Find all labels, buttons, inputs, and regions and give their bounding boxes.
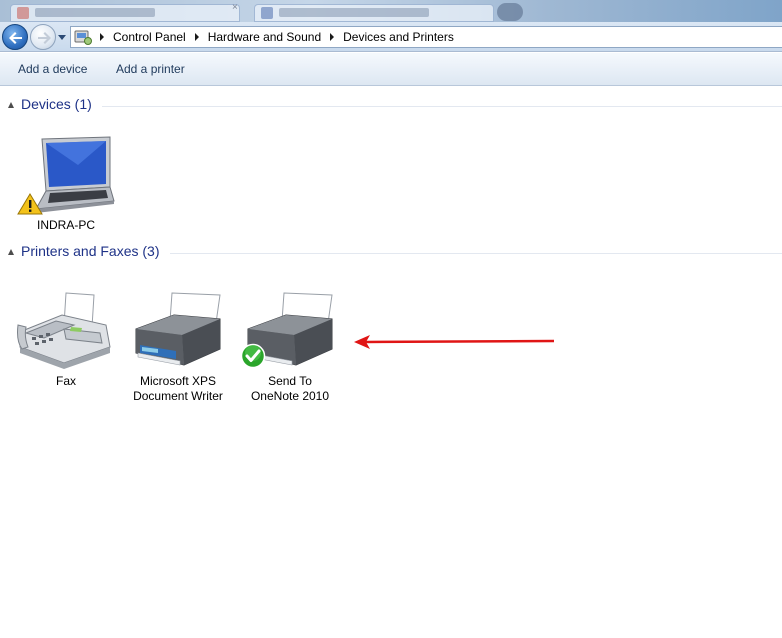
- background-tab: [10, 4, 240, 22]
- control-panel-icon: [74, 30, 92, 45]
- add-printer-button[interactable]: Add a printer: [116, 62, 185, 76]
- breadcrumb-separator-chevron-icon[interactable]: [192, 30, 202, 44]
- default-printer-check-icon: [240, 343, 266, 369]
- back-button[interactable]: [2, 24, 28, 50]
- breadcrumb-separator-chevron-icon[interactable]: [97, 30, 107, 44]
- printer-icon: [135, 292, 221, 366]
- device-label: Microsoft XPS Document Writer: [133, 374, 223, 403]
- navigation-bar: Control Panel Hardware and Sound Devices…: [0, 22, 782, 52]
- breadcrumb-hardware-and-sound[interactable]: Hardware and Sound: [208, 30, 321, 44]
- add-device-button[interactable]: Add a device: [18, 62, 87, 76]
- printers-group-title: Printers and Faxes (3): [21, 243, 160, 259]
- annotation-arrow-icon: [354, 335, 555, 349]
- device-item-indra-pc[interactable]: INDRA-PC: [16, 135, 116, 233]
- devices-group-header[interactable]: Devices (1): [0, 96, 782, 116]
- background-new-tab-icon: [497, 3, 523, 21]
- collapse-triangle-icon[interactable]: [8, 102, 14, 108]
- collapse-triangle-icon[interactable]: [8, 249, 14, 255]
- address-bar[interactable]: Control Panel Hardware and Sound Devices…: [70, 26, 782, 48]
- group-divider: [102, 106, 782, 107]
- breadcrumb-devices-and-printers[interactable]: Devices and Printers: [343, 30, 454, 44]
- recent-pages-chevron-down-icon[interactable]: [57, 32, 67, 42]
- printers-group-header[interactable]: Printers and Faxes (3): [0, 243, 782, 263]
- device-label: Fax: [55, 374, 76, 388]
- warning-icon: [17, 193, 43, 215]
- device-label: INDRA-PC: [36, 218, 95, 232]
- background-browser-strip: ×: [0, 0, 782, 22]
- device-item-send-to-onenote-2010[interactable]: Send To OneNote 2010: [240, 291, 340, 404]
- devices-content-pane: Devices (1) INDRA-PC Printers and Faxes …: [0, 87, 782, 638]
- fax-icon: [17, 292, 111, 369]
- forward-button[interactable]: [30, 24, 56, 50]
- background-tab: [254, 4, 494, 22]
- device-item-fax[interactable]: Fax: [16, 291, 116, 389]
- command-bar: Add a device Add a printer: [0, 53, 782, 86]
- device-label: Send To OneNote 2010: [250, 374, 330, 403]
- group-divider: [170, 253, 782, 254]
- devices-group-title: Devices (1): [21, 96, 92, 112]
- background-tab-close-icon: ×: [232, 2, 238, 13]
- back-arrow-icon: [9, 32, 22, 44]
- device-item-microsoft-xps-document-writer[interactable]: Microsoft XPS Document Writer: [128, 291, 228, 404]
- breadcrumb-control-panel[interactable]: Control Panel: [113, 30, 186, 44]
- forward-arrow-icon: [38, 32, 51, 44]
- breadcrumb-separator-chevron-icon[interactable]: [327, 30, 337, 44]
